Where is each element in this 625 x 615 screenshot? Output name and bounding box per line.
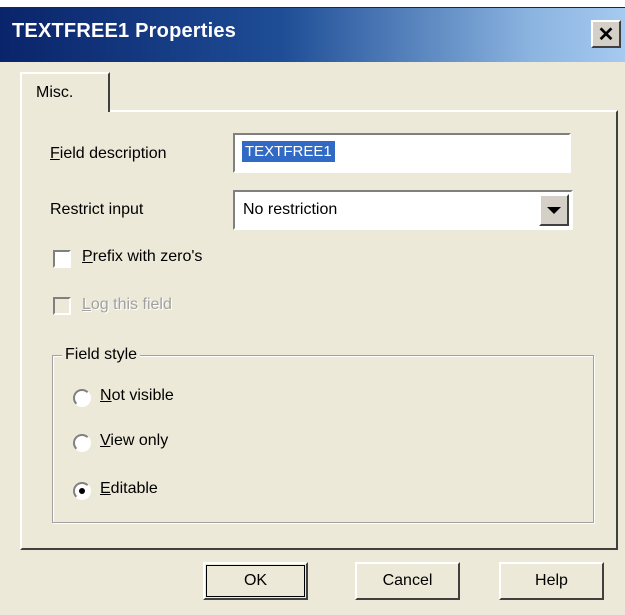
restrict-input-value: No restriction [243, 201, 338, 218]
editable-accel: E [100, 480, 111, 497]
view-only-label[interactable]: View only [100, 432, 168, 450]
ok-button[interactable]: OK [203, 562, 308, 600]
field-description-input[interactable]: TEXTFREE1 [233, 133, 571, 173]
not-visible-label[interactable]: Not visible [100, 387, 174, 405]
view-only-accel: V [100, 432, 111, 449]
prefix-zeros-checkbox[interactable] [53, 250, 71, 268]
radio-selected-dot [79, 488, 85, 494]
log-field-checkbox [53, 297, 71, 315]
tab-misc[interactable]: Misc. [20, 72, 110, 112]
radio-editable[interactable] [73, 482, 91, 500]
prefix-zeros-label[interactable]: Prefix with zero's [82, 248, 202, 266]
cancel-button[interactable]: Cancel [355, 562, 460, 600]
log-field-accel: L [82, 296, 91, 313]
prefix-zeros-accel: P [82, 248, 93, 265]
log-field-label: Log this field [82, 296, 172, 314]
prefix-zeros-label-text: refix with zero's [92, 248, 203, 265]
editable-label[interactable]: Editable [100, 480, 158, 498]
field-style-legend: Field style [62, 346, 141, 364]
radio-not-visible[interactable] [73, 389, 91, 407]
close-icon: ✕ [597, 23, 615, 46]
editable-label-text: ditable [110, 480, 158, 497]
not-visible-label-text: ot visible [111, 387, 174, 404]
not-visible-accel: N [100, 387, 112, 404]
restrict-input-label: Restrict input [50, 201, 144, 218]
help-button[interactable]: Help [499, 562, 604, 600]
restrict-input-select[interactable]: No restriction [233, 190, 573, 230]
field-description-label-text: ield description [59, 145, 167, 162]
tab-misc-label: Misc. [36, 84, 74, 101]
field-description-value: TEXTFREE1 [242, 141, 335, 162]
close-button[interactable]: ✕ [591, 20, 621, 48]
log-field-label-text: og this field [90, 296, 172, 313]
view-only-label-text: iew only [110, 432, 169, 449]
field-description-accel: F [50, 145, 60, 162]
chevron-down-icon [547, 206, 561, 214]
field-description-label: Field description [50, 145, 167, 163]
properties-dialog: TEXTFREE1 Properties ✕ Misc. Field descr… [0, 0, 625, 615]
title-bar[interactable]: TEXTFREE1 Properties ✕ [0, 0, 625, 70]
restrict-input-dropdown-button[interactable] [539, 194, 569, 226]
window-title: TEXTFREE1 Properties [12, 20, 237, 42]
radio-view-only[interactable] [73, 434, 91, 452]
